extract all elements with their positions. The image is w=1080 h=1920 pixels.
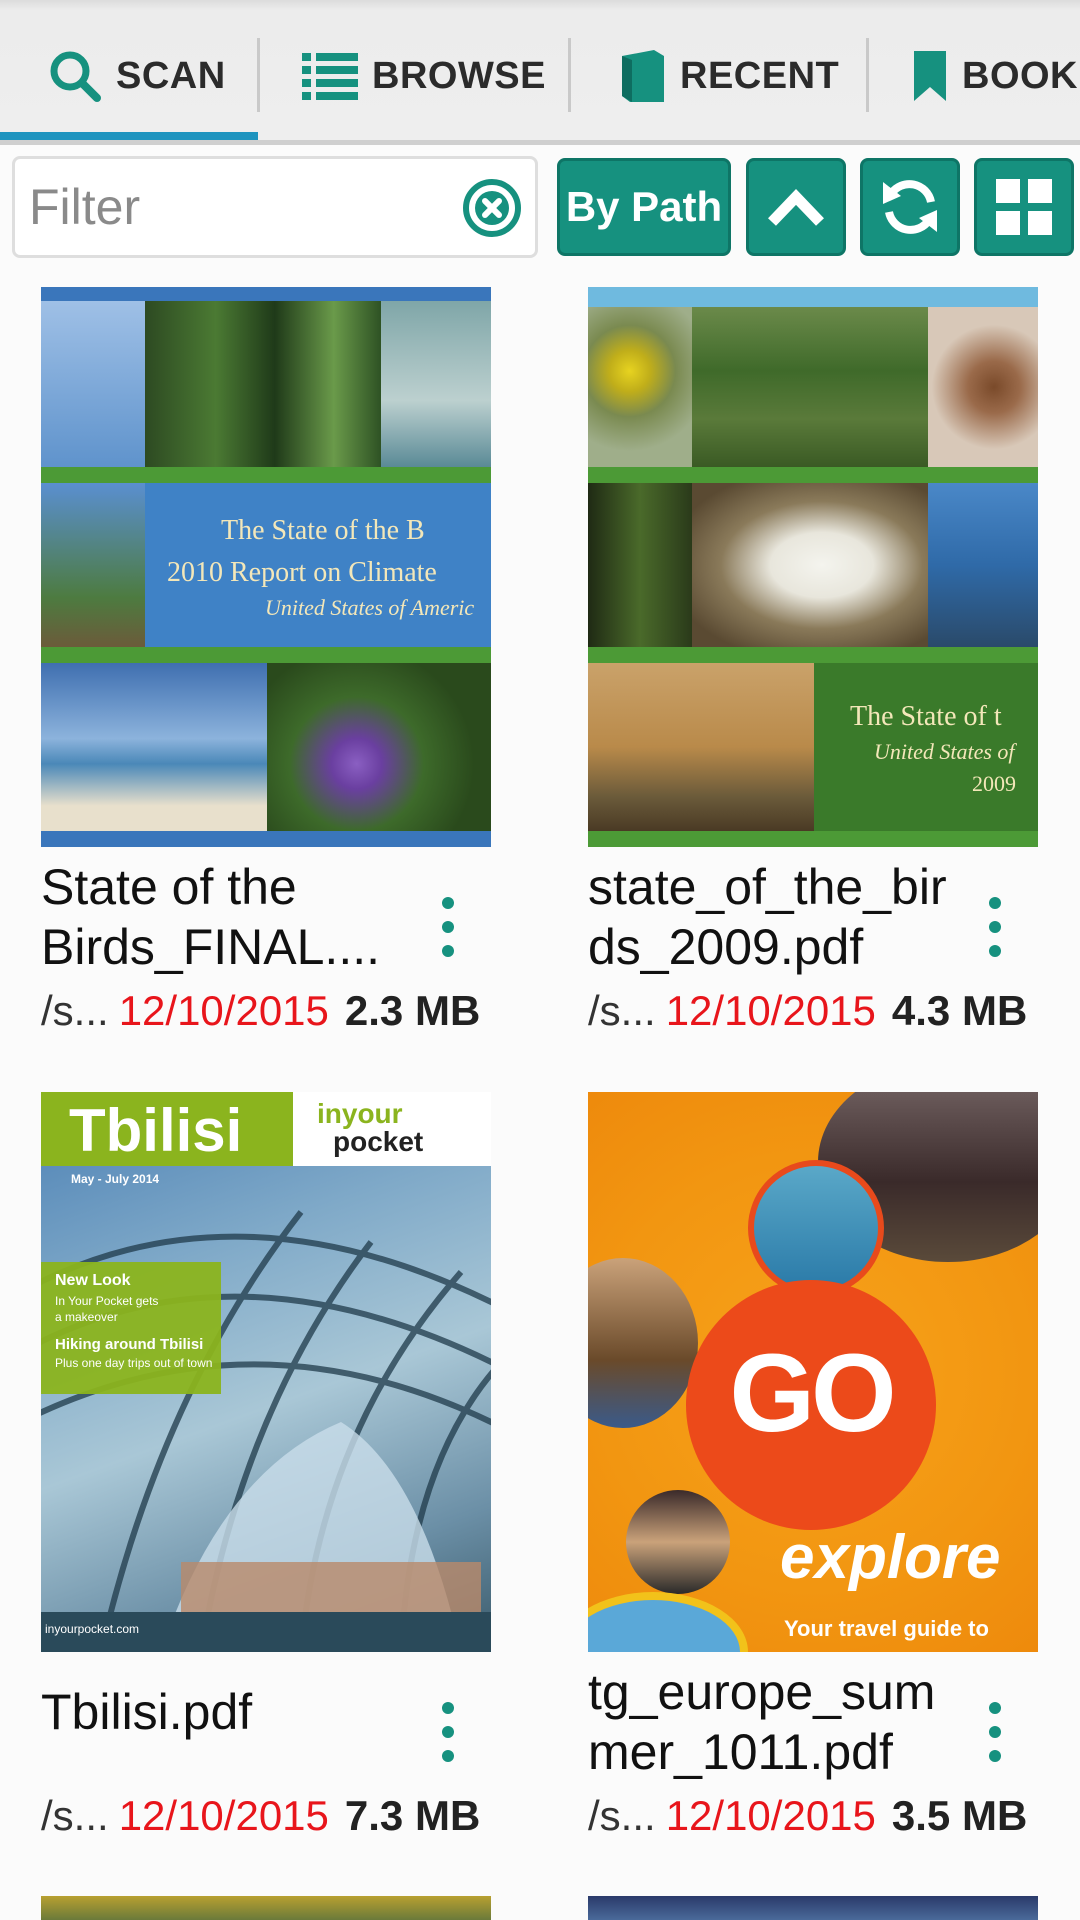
file-size: 3.5 MB <box>891 1792 1028 1839</box>
tab-recent[interactable]: RECENT <box>616 36 839 116</box>
parent-folder-button[interactable] <box>746 158 846 256</box>
cover-issue: May - July 2014 <box>71 1172 160 1186</box>
tab-selected-indicator <box>0 132 258 140</box>
more-options-icon[interactable] <box>433 897 463 957</box>
file-size: 2.3 MB <box>344 987 481 1034</box>
file-path: /s... <box>41 1792 109 1839</box>
file-item[interactable]: GO explore Your travel guide to tg_europ… <box>588 1092 1038 1839</box>
file-name: Tbilisi.pdf <box>41 1684 253 1740</box>
file-date: 12/10/2015 <box>118 1792 329 1839</box>
cover-headline: New Look <box>55 1272 131 1289</box>
file-date: 12/10/2015 <box>665 987 876 1034</box>
file-size: 4.3 MB <box>891 987 1028 1034</box>
file-item[interactable]: The State of the B 2010 Report on Climat… <box>41 287 491 1034</box>
tab-bar: SCAN BROWSE RECENT BOOKM <box>0 0 1080 145</box>
file-thumbnail[interactable]: Tbilisi inyour pocket May - July 2014 Ne… <box>41 1092 491 1652</box>
tab-divider <box>866 38 869 112</box>
cover-title: Tbilisi <box>69 1097 243 1164</box>
file-date: 12/10/2015 <box>118 987 329 1034</box>
cover-tagline: Your travel guide to <box>784 1616 989 1641</box>
file-thumbnail-partial[interactable] <box>588 1896 1038 1920</box>
cover-logo: GO <box>729 1332 896 1455</box>
filter-field[interactable] <box>12 156 538 258</box>
file-meta: /s... 12/10/2015 4.3 MB <box>588 987 1043 1035</box>
grid-view-button[interactable] <box>974 158 1074 256</box>
file-thumbnail[interactable]: The State of t United States of 2009 <box>588 287 1038 847</box>
cover-text: Plus one day trips out of town <box>55 1356 213 1370</box>
list-icon <box>302 53 358 100</box>
cover-subtitle: 2010 Report on Climate <box>167 557 437 588</box>
filter-input[interactable] <box>29 173 449 241</box>
file-item[interactable]: Tbilisi inyour pocket May - July 2014 Ne… <box>41 1092 491 1839</box>
file-meta: /s... 12/10/2015 2.3 MB <box>41 987 496 1035</box>
more-options-icon[interactable] <box>433 1702 463 1762</box>
tab-bookmarks[interactable]: BOOKM <box>912 36 1080 116</box>
cover-caption: United States of Americ <box>265 595 475 620</box>
cover-text: In Your Pocket gets <box>55 1294 159 1308</box>
file-item[interactable]: The State of t United States of 2009 sta… <box>588 287 1038 1034</box>
cover-year: 2009 <box>972 771 1016 796</box>
tab-label: BOOKM <box>962 54 1080 97</box>
file-date: 12/10/2015 <box>665 1792 876 1839</box>
clear-filter-icon[interactable] <box>461 177 523 239</box>
file-path: /s... <box>41 987 109 1034</box>
tab-label: SCAN <box>116 54 226 97</box>
refresh-button[interactable] <box>860 158 960 256</box>
file-thumbnail[interactable]: GO explore Your travel guide to <box>588 1092 1038 1652</box>
refresh-icon <box>883 180 937 234</box>
tab-divider <box>257 38 260 112</box>
cover-text: a makeover <box>55 1310 118 1324</box>
cover-subtitle: United States of <box>874 739 1015 764</box>
file-name: State of the Birds_FINAL.... <box>41 859 380 975</box>
cover-title: The State of t <box>850 701 1002 732</box>
tab-scan[interactable]: SCAN <box>48 36 226 116</box>
tab-label: RECENT <box>680 54 840 97</box>
cover-brand: pocket <box>333 1126 424 1157</box>
file-name: tg_europe_summer_1011.pdf <box>588 1664 936 1780</box>
grid-icon <box>996 179 1052 235</box>
cover-title: The State of the B <box>221 515 425 546</box>
search-icon <box>50 51 101 102</box>
file-size: 7.3 MB <box>344 1792 481 1839</box>
file-thumbnail[interactable]: The State of the B 2010 Report on Climat… <box>41 287 491 847</box>
book-icon <box>622 50 664 102</box>
sort-by-path-label: By Path <box>565 183 723 230</box>
file-meta: /s... 12/10/2015 7.3 MB <box>41 1792 496 1840</box>
tab-browse[interactable]: BROWSE <box>302 36 546 116</box>
more-options-icon[interactable] <box>980 897 1010 957</box>
tab-label: BROWSE <box>372 54 546 97</box>
file-name: state_of_the_birds_2009.pdf <box>588 859 947 975</box>
tab-divider <box>568 38 571 112</box>
file-meta: /s... 12/10/2015 3.5 MB <box>588 1792 1043 1840</box>
file-path: /s... <box>588 987 656 1034</box>
file-path: /s... <box>588 1792 656 1839</box>
more-options-icon[interactable] <box>980 1702 1010 1762</box>
cover-headline: Hiking around Tbilisi <box>55 1336 204 1353</box>
sort-by-path-button[interactable]: By Path <box>557 158 731 256</box>
file-thumbnail-partial[interactable] <box>41 1896 491 1920</box>
chevron-up-icon <box>768 189 824 226</box>
cover-footer: inyourpocket.com <box>45 1622 140 1636</box>
bookmark-icon <box>914 51 946 101</box>
cover-explore: explore <box>780 1523 1001 1592</box>
